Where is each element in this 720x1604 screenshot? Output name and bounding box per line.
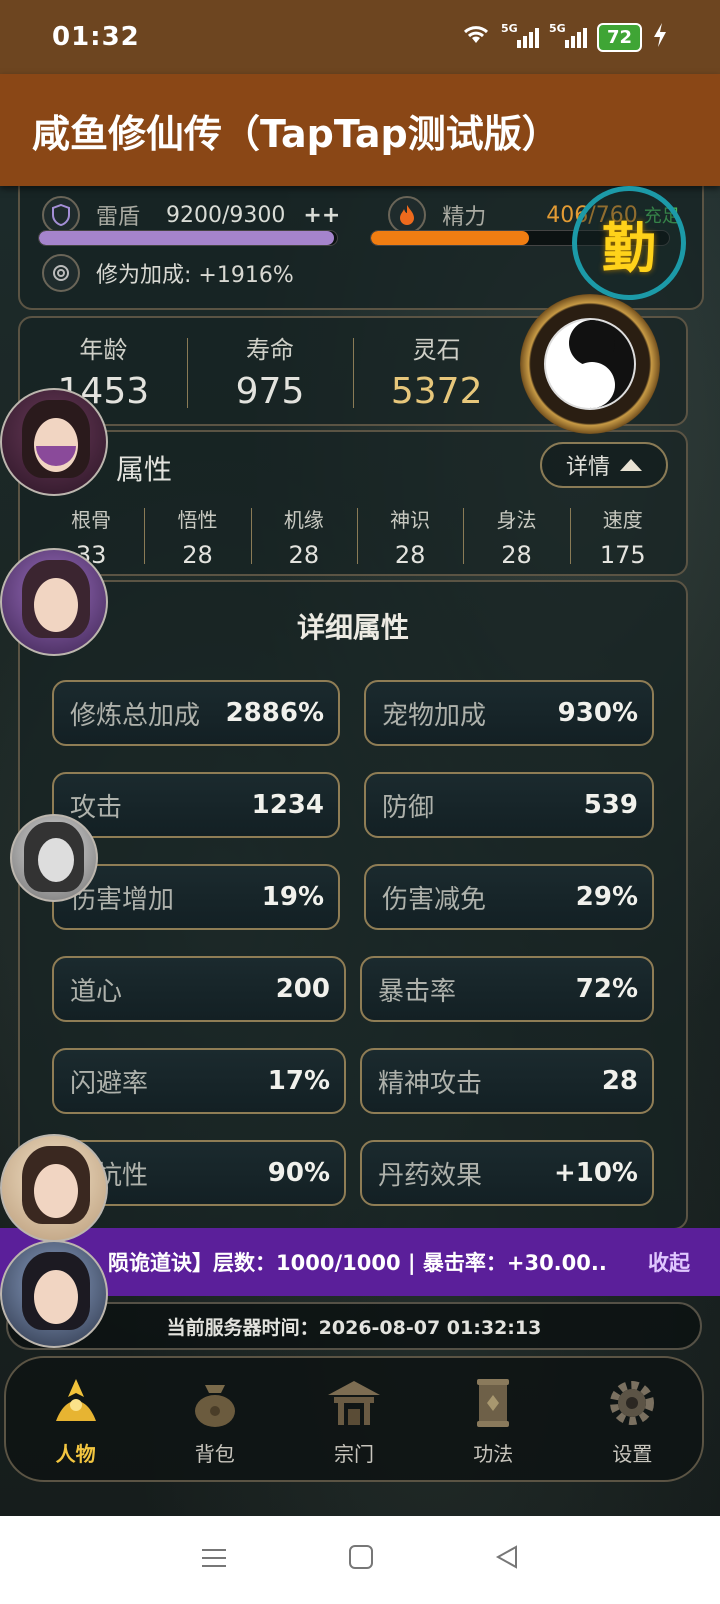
shield-value: 9200/9300 bbox=[166, 202, 286, 228]
companion-avatar-1[interactable] bbox=[0, 388, 108, 496]
app-title: 咸鱼修仙传（TapTap测试版） bbox=[32, 111, 560, 156]
app-title-bar: 咸鱼修仙传（TapTap测试版） bbox=[0, 74, 720, 186]
stat-dodge-rate: 闪避率 17% bbox=[52, 1048, 346, 1114]
bottom-nav: 人物 背包 宗门 功法 设置 bbox=[4, 1356, 704, 1482]
shield-icon bbox=[42, 196, 80, 234]
attributes-panel: 属性 详情 根骨 33 悟性 28 机缘 28 神识 28 身法 28 速度 175 bbox=[18, 430, 688, 576]
nav-character[interactable]: 人物 bbox=[6, 1372, 145, 1467]
stat-pill-effect: 丹药效果 +10% bbox=[360, 1140, 654, 1206]
stat-damage-increase: 伤害增加 19% bbox=[52, 864, 340, 930]
stat-spirit-attack: 精神攻击 28 bbox=[360, 1048, 654, 1114]
battery-indicator: 72 bbox=[596, 22, 642, 52]
attr-comprehension: 悟性 28 bbox=[144, 504, 250, 569]
buff-text: 陨诡道诀】层数：1000/1000 | 暴击率：+30.00... bbox=[108, 1251, 608, 1275]
spirit-stone-stat: 灵石 5372 bbox=[353, 330, 520, 412]
shield-bar bbox=[38, 230, 338, 246]
stat-crit-rate: 暴击率 72% bbox=[360, 956, 654, 1022]
attr-agility: 身法 28 bbox=[463, 504, 569, 569]
stat-pet-bonus: 宠物加成 930% bbox=[364, 680, 654, 746]
server-time: 当前服务器时间：2026-08-07 01:32:13 bbox=[6, 1302, 702, 1350]
diligence-badge[interactable]: 勤 bbox=[572, 186, 686, 300]
home-icon[interactable] bbox=[348, 1543, 374, 1578]
clock: 01:32 bbox=[52, 22, 140, 52]
lifespan-stat: 寿命 975 bbox=[186, 330, 354, 412]
nav-technique[interactable]: 功法 bbox=[424, 1372, 563, 1467]
stat-cultivation-bonus: 修炼总加成 2886% bbox=[52, 680, 340, 746]
gear-icon bbox=[601, 1372, 663, 1434]
detail-toggle-button[interactable]: 详情 bbox=[540, 442, 668, 488]
chevron-up-icon bbox=[620, 459, 642, 471]
nav-sect[interactable]: 宗门 bbox=[284, 1372, 423, 1467]
buff-banner: 陨诡道诀】层数：1000/1000 | 暴击率：+30.00... 收起 bbox=[0, 1228, 720, 1296]
shield-label: 雷盾 bbox=[96, 205, 141, 230]
signal-icon-2: 5G bbox=[549, 22, 587, 48]
yinyang-icon[interactable] bbox=[520, 294, 660, 434]
menu-icon[interactable] bbox=[200, 1543, 228, 1578]
character-icon bbox=[45, 1372, 107, 1434]
status-icons: 5G 5G 72 bbox=[461, 22, 668, 52]
attr-spirit-sense: 神识 28 bbox=[356, 504, 463, 569]
nav-bag[interactable]: 背包 bbox=[145, 1372, 284, 1467]
fire-icon bbox=[388, 196, 427, 234]
charging-icon bbox=[652, 23, 668, 51]
shield-plus: ++ bbox=[303, 202, 341, 228]
wifi-icon bbox=[461, 23, 491, 51]
sect-icon bbox=[323, 1372, 385, 1434]
stat-defense: 防御 539 bbox=[364, 772, 654, 838]
system-nav-bar bbox=[0, 1516, 720, 1604]
swirl-icon bbox=[42, 254, 80, 292]
stat-damage-reduction: 伤害减免 29% bbox=[364, 864, 654, 930]
bag-icon bbox=[184, 1372, 246, 1434]
nav-settings[interactable]: 设置 bbox=[563, 1372, 702, 1467]
companion-avatar-5[interactable] bbox=[0, 1240, 108, 1348]
back-icon[interactable] bbox=[494, 1543, 520, 1578]
scroll-icon bbox=[462, 1372, 524, 1434]
cultivation-bonus: 修为加成: +1916% bbox=[96, 263, 294, 288]
attr-fortune: 机缘 28 bbox=[250, 504, 357, 569]
companion-avatar-4[interactable] bbox=[0, 1134, 108, 1242]
companion-avatar-2[interactable] bbox=[0, 548, 108, 656]
stat-attack: 攻击 1234 bbox=[52, 772, 340, 838]
detailed-attributes-title: 详细属性 bbox=[296, 611, 409, 644]
stat-dao-heart: 道心 200 bbox=[52, 956, 346, 1022]
signal-icon-1: 5G bbox=[501, 22, 539, 48]
collapse-button[interactable]: 收起 bbox=[648, 1247, 690, 1277]
energy-label: 精力 bbox=[442, 205, 487, 230]
companion-avatar-3[interactable] bbox=[10, 814, 98, 902]
attributes-title: 属性 bbox=[116, 453, 173, 486]
game-main-area: 雷盾 9200/9300 ++ 精力 406/760 充足 修为加成: +191… bbox=[0, 186, 720, 1516]
detailed-attributes-panel: 详细属性 修炼总加成 2886% 宠物加成 930% 攻击 1234 防御 539 伤害… bbox=[18, 580, 688, 1230]
attr-speed: 速度 175 bbox=[569, 504, 676, 569]
status-bar: 01:32 5G 5G 72 bbox=[0, 0, 720, 74]
